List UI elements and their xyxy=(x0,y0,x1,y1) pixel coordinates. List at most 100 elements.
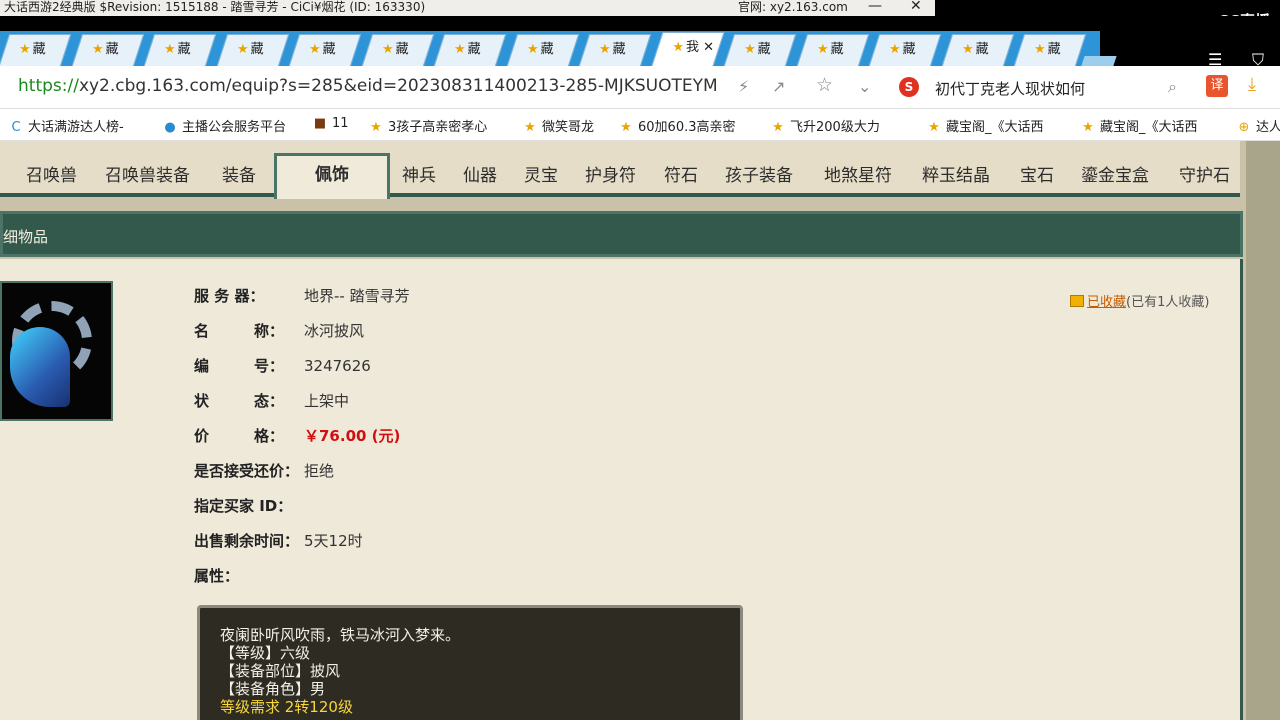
tab-favicon-icon: ★ xyxy=(381,42,394,57)
nav-item[interactable]: 护身符 xyxy=(585,161,636,186)
tab-favicon-icon: ★ xyxy=(19,42,31,57)
bookmark-label: 达人 xyxy=(1256,120,1280,135)
browser-tab[interactable]: ★ 藏 xyxy=(506,34,579,66)
favorite-link[interactable]: 已收藏 xyxy=(1087,295,1126,310)
close-button[interactable]: ✕ xyxy=(910,0,922,13)
cloak-icon xyxy=(10,327,70,407)
tab-label: 藏 xyxy=(105,42,119,57)
field-attributes-label: 属性： xyxy=(194,567,240,585)
search-box[interactable]: S 初代丁克老人现状如何 xyxy=(895,74,1195,102)
nav-item[interactable]: 地煞星符 xyxy=(824,161,892,186)
search-input[interactable]: 初代丁克老人现状如何 xyxy=(935,78,1085,99)
minimize-button[interactable]: — xyxy=(868,0,882,13)
browser-tab[interactable]: ★ 藏 xyxy=(1013,34,1087,66)
favorite-box: 已收藏(已有1人收藏) xyxy=(1070,291,1209,310)
download-icon[interactable]: ⤓ xyxy=(1248,74,1256,95)
bookmark-icon: ● xyxy=(164,120,176,135)
nav-item[interactable]: 召唤兽 xyxy=(26,161,77,186)
field-bargain: 是否接受还价： 拒绝 xyxy=(194,462,335,480)
tab-favicon-icon: ★ xyxy=(671,40,684,55)
field-remaining-time: 出售剩余时间： 5天12时 xyxy=(194,532,363,550)
bookmark-icon: ⊕ xyxy=(1238,120,1250,135)
nav-item[interactable]: 符石 xyxy=(664,161,698,186)
tab-favicon-icon: ★ xyxy=(91,42,104,57)
url-path: xy2.cbg.163.com/equip?s=285&eid=20230831… xyxy=(78,76,718,96)
browser-tab[interactable]: ★ 藏 xyxy=(796,34,869,66)
browser-tab[interactable]: ★ 藏 xyxy=(941,34,1014,66)
share-icon[interactable]: ↗ xyxy=(772,77,785,96)
bookmark-item[interactable]: ★ 60加60.3高亲密 xyxy=(618,116,735,135)
bookmark-item[interactable]: ■ 11 xyxy=(312,116,349,131)
bookmark-item[interactable]: ★ 飞升200级大力 xyxy=(770,116,880,135)
browser-tab[interactable]: ★ 藏 xyxy=(868,34,942,66)
bookmark-item[interactable]: ★ 藏宝阁_《大话西 xyxy=(926,116,1043,135)
field-buyer: 指定买家 ID： xyxy=(194,497,293,515)
bookmark-item[interactable]: ★ 微笑哥龙 xyxy=(522,116,594,135)
page-content: 召唤兽 召唤兽装备 装备 佩饰 神兵 仙器 灵宝 护身符 符石 孩子装备 地煞星符 粹玉结晶 宝石 鎏金宝… xyxy=(0,141,1280,720)
translate-button[interactable]: 译 xyxy=(1206,75,1228,97)
favorite-count: (已有1人收藏) xyxy=(1126,295,1210,310)
address-bar: https://xy2.cbg.163.com/equip?s=285&eid=… xyxy=(0,66,1280,109)
nav-item[interactable]: 装备 xyxy=(222,161,256,186)
tab-label: 藏 xyxy=(830,42,844,57)
browser-tab[interactable]: ★ 藏 xyxy=(0,34,72,66)
bookmark-icon: ★ xyxy=(524,120,536,135)
bookmark-label: 微笑哥龙 xyxy=(542,120,595,135)
bookmark-item[interactable]: C 大话满游达人榜- xyxy=(8,116,124,135)
decorative-border xyxy=(1246,141,1280,720)
tab-favicon-icon: ★ xyxy=(816,42,829,57)
tab-favicon-icon: ★ xyxy=(744,42,756,57)
nav-item[interactable]: 神兵 xyxy=(402,161,436,186)
bookmark-item[interactable]: ● 主播公会服务平台 xyxy=(162,116,286,135)
tab-label: 藏 xyxy=(32,42,46,57)
bookmark-icon: ★ xyxy=(370,120,382,135)
nav-item[interactable]: 鎏金宝盒 xyxy=(1081,161,1149,186)
browser-tab[interactable]: ★ 藏 xyxy=(71,34,144,66)
browser-tab[interactable]: ★ 藏 xyxy=(288,34,362,66)
url-field[interactable]: https://xy2.cbg.163.com/equip?s=285&eid=… xyxy=(18,76,718,96)
browser-tab[interactable]: ★ 藏 xyxy=(723,34,797,66)
nav-item[interactable]: 灵宝 xyxy=(524,161,558,186)
url-protocol: https:// xyxy=(18,76,79,96)
bookmark-label: 大话满游达人榜- xyxy=(28,120,124,135)
nav-item[interactable]: 召唤兽装备 xyxy=(105,161,190,186)
price-value: ￥76.00 (元) xyxy=(304,427,401,445)
chevron-down-icon[interactable]: ⌄ xyxy=(858,77,871,96)
nav-item[interactable]: 守护石 xyxy=(1179,161,1230,186)
bookmark-icon: ★ xyxy=(928,120,940,135)
nav-item[interactable]: 粹玉结晶 xyxy=(922,161,990,186)
nav-item[interactable]: 孩子装备 xyxy=(725,161,793,186)
bookmark-label: 主播公会服务平台 xyxy=(182,120,287,135)
browser-tab[interactable]: ★ 藏 xyxy=(361,34,434,66)
section-header: 细物品 xyxy=(0,211,1243,257)
browser-tab[interactable]: ★ 藏 xyxy=(433,34,507,66)
browser-tab[interactable]: ★ 我 ✕ xyxy=(650,32,725,66)
tab-label: 藏 xyxy=(757,42,771,57)
field-server: 服 务 器： 地界-- 踏雪寻芳 xyxy=(194,287,410,305)
browser-tab[interactable]: ★ 藏 xyxy=(578,34,652,66)
bookmark-label: 飞升200级大力 xyxy=(790,120,880,135)
lightning-icon[interactable]: ⚡ xyxy=(738,77,749,96)
tab-favicon-icon: ★ xyxy=(454,42,466,57)
search-icon[interactable]: ⌕ xyxy=(1168,77,1177,97)
attributes-box: 夜阑卧听风吹雨，铁马冰河入梦来。 【等级】六级 【装备部位】披风 【装备角色】男… xyxy=(197,605,743,720)
star-icon[interactable]: ☆ xyxy=(816,74,833,96)
bookmark-item[interactable]: ⊕ 达人 xyxy=(1236,116,1280,135)
section-title: 细物品 xyxy=(3,228,49,246)
browser-tab[interactable]: ★ 藏 xyxy=(143,34,217,66)
bookmark-label: 3孩子高亲密孝心 xyxy=(388,120,488,135)
official-site: 官网: xy2.163.com xyxy=(738,0,848,14)
bookmark-item[interactable]: ★ 3孩子高亲密孝心 xyxy=(368,116,487,135)
tab-favicon-icon: ★ xyxy=(1034,42,1046,57)
field-price: 价 格： ￥76.00 (元) xyxy=(194,427,401,445)
nav-item[interactable]: 佩饰 xyxy=(274,153,390,199)
folder-icon xyxy=(1070,295,1084,307)
search-engine-icon[interactable]: S xyxy=(899,77,919,97)
tab-label: 藏 xyxy=(177,42,191,57)
screen: 大话西游2经典版 $Revision: 1515188 - 踏雪寻芳 - CiC… xyxy=(0,0,1280,720)
nav-item[interactable]: 宝石 xyxy=(1020,161,1054,186)
bookmark-item[interactable]: ★ 藏宝阁_《大话西 xyxy=(1080,116,1197,135)
nav-item[interactable]: 仙器 xyxy=(463,161,497,186)
browser-tab[interactable]: ★ 藏 xyxy=(216,34,289,66)
tab-close-icon[interactable]: ✕ xyxy=(698,40,714,55)
